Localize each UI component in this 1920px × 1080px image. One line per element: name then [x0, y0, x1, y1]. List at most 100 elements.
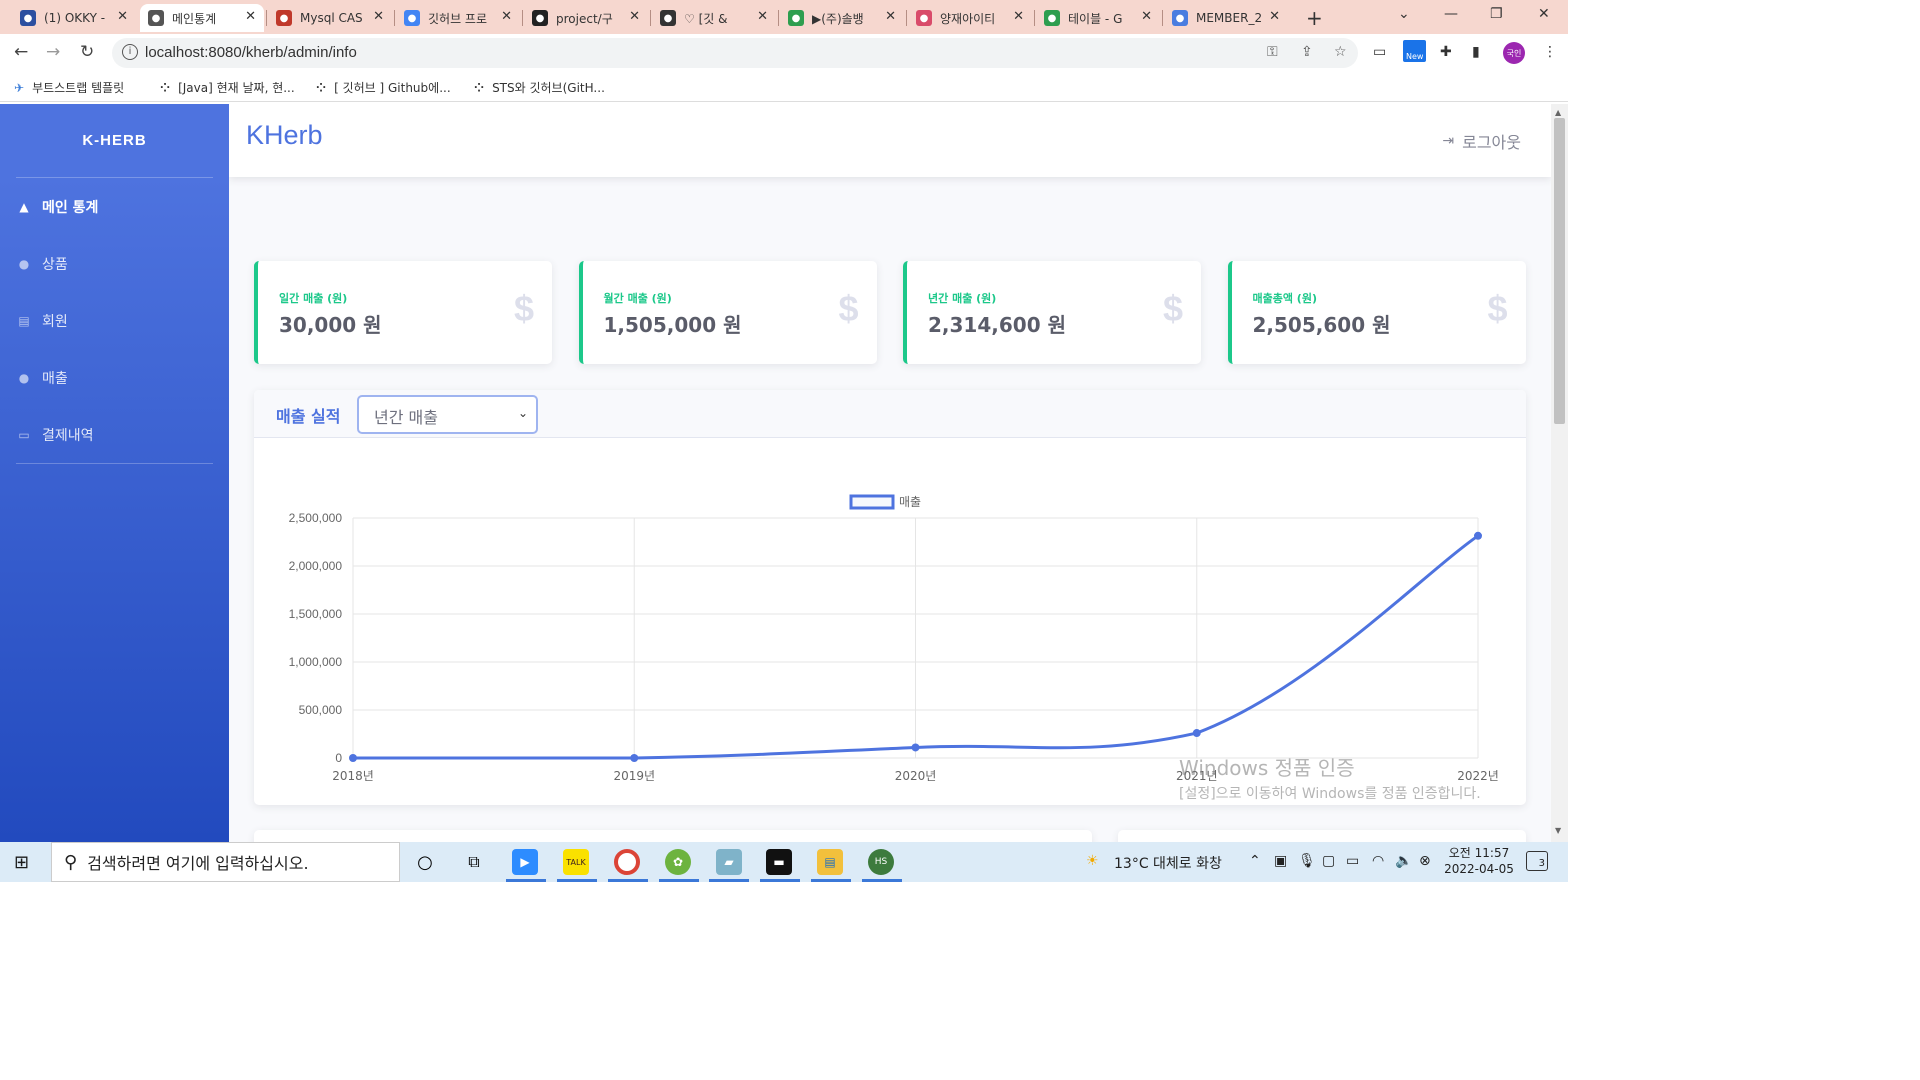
- back-icon[interactable]: ←: [14, 42, 28, 62]
- spring-app-icon[interactable]: ✿: [665, 849, 691, 875]
- sidebar-item[interactable]: ● 상품: [16, 254, 68, 274]
- bookmark-item[interactable]: ⁘ [ 깃허브 ] Github에...: [316, 79, 451, 96]
- share-icon[interactable]: ⇪: [1301, 44, 1313, 60]
- scrollbar-thumb[interactable]: [1554, 118, 1565, 424]
- tab-separator: [778, 10, 779, 26]
- taskbar-search-box[interactable]: ⚲ 검색하려면 여기에 입력하십시오.: [51, 842, 400, 882]
- windows-start-icon[interactable]: ⊞: [14, 852, 29, 873]
- bookmark-item[interactable]: ✈ 부트스트랩 템플릿: [14, 79, 124, 96]
- sidebar-item[interactable]: ▭ 결제내역: [16, 425, 93, 445]
- forward-icon[interactable]: →: [46, 42, 60, 62]
- scroll-down-icon[interactable]: ▼: [1555, 826, 1561, 835]
- close-icon[interactable]: ✕: [373, 9, 384, 24]
- file-explorer-icon[interactable]: ▤: [817, 849, 843, 875]
- address-bar[interactable]: i localhost:8080/kherb/admin/info ⚿ ⇪ ☆: [112, 38, 1358, 68]
- cast-icon[interactable]: ▭: [1373, 44, 1386, 60]
- stat-card-label: 매출총액 (원): [1252, 292, 1317, 305]
- notepad-app-icon[interactable]: ▰: [716, 849, 742, 875]
- notification-center-icon[interactable]: 3: [1526, 851, 1548, 871]
- browser-tab[interactable]: ● 테이블 - G ✕: [1036, 4, 1160, 32]
- close-icon[interactable]: ✕: [757, 9, 768, 24]
- data-point[interactable]: [630, 754, 639, 762]
- active-app-indicator: [811, 879, 851, 882]
- sidebar-item[interactable]: ▤ 회원: [16, 311, 67, 331]
- close-window-icon[interactable]: ✕: [1538, 6, 1550, 22]
- side-panel-icon[interactable]: ▮: [1472, 44, 1480, 60]
- kakaotalk-app-icon[interactable]: TALK: [563, 849, 589, 875]
- new-extension-icon[interactable]: New: [1403, 40, 1427, 62]
- period-select[interactable]: 년간 매출 ⌄: [357, 395, 538, 434]
- data-point[interactable]: [349, 754, 357, 762]
- x-tick-label: 2018년: [332, 769, 374, 783]
- browser-tab[interactable]: ● project/구 ✕: [524, 4, 648, 32]
- legend-label: 매출: [899, 495, 921, 509]
- browser-tab[interactable]: ● Mysql CAS ✕: [268, 4, 392, 32]
- chrome-app-icon[interactable]: [614, 849, 640, 875]
- tray-chevron-up-icon[interactable]: ⌃: [1249, 853, 1261, 869]
- weather-text[interactable]: 13°C 대체로 화창: [1114, 853, 1222, 873]
- zoom-app-icon[interactable]: ▶: [512, 849, 538, 875]
- meet-now-icon[interactable]: ▣: [1274, 853, 1287, 869]
- close-icon[interactable]: ✕: [1141, 9, 1152, 24]
- tab-title: 양재아이티: [940, 11, 996, 26]
- job-icon: ●: [788, 10, 804, 26]
- close-icon[interactable]: ✕: [1269, 9, 1280, 24]
- windows-taskbar: ⊞ ⚲ 검색하려면 여기에 입력하십시오. ○ ⧉ ▶ TALK ✿ ▰ ▬ ▤…: [0, 842, 1568, 882]
- close-icon[interactable]: ✕: [885, 9, 896, 24]
- profile-avatar[interactable]: 국인: [1503, 42, 1525, 64]
- brand-logo[interactable]: K-HERB: [0, 132, 229, 149]
- browser-tab[interactable]: ● 양재아이티 ✕: [908, 4, 1032, 32]
- browser-tab[interactable]: ● 메인통계 ✕: [140, 4, 264, 32]
- wifi-icon[interactable]: ◠: [1372, 853, 1384, 869]
- data-point[interactable]: [1474, 531, 1482, 540]
- reload-icon[interactable]: ↻: [80, 42, 94, 62]
- close-icon[interactable]: ✕: [1013, 9, 1024, 24]
- scroll-up-icon[interactable]: ▲: [1555, 108, 1561, 117]
- cortana-icon[interactable]: ○: [412, 849, 438, 875]
- task-view-icon[interactable]: ⧉: [461, 849, 487, 875]
- logout-label: 로그아웃: [1462, 133, 1521, 152]
- microphone-icon[interactable]: 🎙: [1298, 853, 1316, 869]
- data-point[interactable]: [1192, 729, 1201, 738]
- hs-app-icon[interactable]: HS: [868, 849, 894, 875]
- sidebar-divider: [16, 463, 213, 464]
- logout-button[interactable]: ⇥ 로그아웃: [1442, 129, 1521, 153]
- minimize-icon[interactable]: —: [1444, 6, 1458, 22]
- browser-tab[interactable]: ● 깃허브 프로 ✕: [396, 4, 520, 32]
- restore-icon[interactable]: ❐: [1490, 6, 1503, 22]
- site-info-icon[interactable]: i: [122, 44, 138, 60]
- bookmark-star-icon[interactable]: ☆: [1334, 44, 1347, 60]
- chart-area-icon: ▲: [19, 200, 29, 214]
- active-app-indicator: [709, 879, 749, 882]
- battery-icon[interactable]: ▭: [1346, 853, 1359, 869]
- data-point[interactable]: [911, 743, 920, 752]
- close-icon[interactable]: ✕: [117, 9, 128, 24]
- sidebar-item[interactable]: ▲ 메인 통계: [16, 197, 98, 217]
- tab-separator: [906, 10, 907, 26]
- ime-icon[interactable]: ⊗: [1419, 853, 1431, 869]
- browser-tab[interactable]: ● ▶(주)솔뱅 ✕: [780, 4, 904, 32]
- browser-tab[interactable]: ● ♡ [깃 & ✕: [652, 4, 776, 32]
- close-icon[interactable]: ✕: [629, 9, 640, 24]
- system-clock[interactable]: 오전 11:57 2022-04-05: [1444, 845, 1514, 877]
- menu-kebab-icon[interactable]: ⋮: [1543, 44, 1557, 60]
- display-icon[interactable]: ▢: [1322, 853, 1335, 869]
- weather-sun-icon[interactable]: ☀: [1086, 853, 1099, 869]
- sidebar-item[interactable]: ● 매출: [16, 368, 68, 388]
- close-icon[interactable]: ✕: [501, 9, 512, 24]
- terminal-app-icon[interactable]: ▬: [766, 849, 792, 875]
- y-tick-label: 1,500,000: [289, 607, 343, 621]
- bookmark-item[interactable]: ⁘ [Java] 현재 날짜, 현...: [160, 79, 295, 96]
- extensions-puzzle-icon[interactable]: ✚: [1440, 44, 1452, 60]
- key-icon[interactable]: ⚿: [1267, 44, 1278, 60]
- browser-tab[interactable]: ● (1) OKKY - ✕: [12, 4, 136, 32]
- page-scrollbar[interactable]: ▲ ▼: [1551, 104, 1568, 842]
- tab-search-icon[interactable]: ⌄: [1398, 6, 1410, 22]
- new-tab-icon[interactable]: +: [1306, 6, 1323, 30]
- browser-tab[interactable]: ● MEMBER_2 ✕: [1164, 4, 1288, 32]
- bookmark-item[interactable]: ⁘ STS와 깃허브(GitH...: [474, 79, 605, 96]
- dollar-icon: $: [513, 288, 534, 329]
- page-title[interactable]: KHerb: [246, 120, 323, 151]
- close-icon[interactable]: ✕: [245, 9, 256, 24]
- speaker-muted-icon[interactable]: 🔈: [1395, 853, 1412, 869]
